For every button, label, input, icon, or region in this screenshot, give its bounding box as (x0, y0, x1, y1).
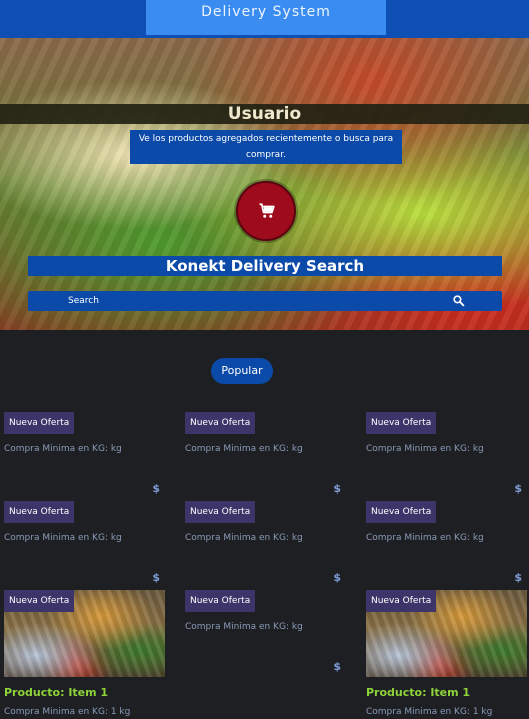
offer-badge: Nueva Oferta (185, 590, 256, 612)
price: $ (152, 482, 160, 495)
price: $ (514, 482, 522, 495)
price: $ (333, 482, 341, 495)
product-title[interactable]: Producto: Item 1 (4, 686, 108, 699)
product-image[interactable]: Nueva Oferta (366, 590, 527, 677)
search-bar (28, 291, 502, 311)
hero-banner: Usuario Ve los productos agregados recie… (0, 38, 529, 330)
min-purchase: Compra Minima en KG: 1 kg (366, 707, 493, 717)
search-input[interactable] (68, 293, 428, 309)
offer-badge: Nueva Oferta (185, 412, 256, 434)
product-title[interactable]: Producto: Item 1 (366, 686, 470, 699)
min-purchase: Compra Minima en KG: kg (366, 444, 484, 454)
offer-badge: Nueva Oferta (4, 412, 75, 434)
offer-badge: Nueva Oferta (366, 412, 437, 434)
min-purchase: Compra Minima en KG: kg (4, 444, 122, 454)
min-purchase: Compra Minima en KG: kg (185, 444, 303, 454)
offer-badge: Nueva Oferta (4, 501, 75, 523)
offer-badge: Nueva Oferta (185, 501, 256, 523)
price: $ (333, 660, 341, 673)
min-purchase: Compra Minima en KG: kg (185, 533, 303, 543)
search-title: Konekt Delivery Search (28, 256, 502, 276)
offer-badge: Nueva Oferta (366, 501, 437, 523)
product-image[interactable]: Nueva Oferta (4, 590, 165, 677)
price: $ (333, 571, 341, 584)
user-heading: Usuario (0, 104, 529, 124)
top-navbar: Delivery System (0, 0, 529, 38)
offer-badge: Nueva Oferta (4, 590, 75, 612)
shopping-cart-icon (259, 203, 275, 218)
price: $ (152, 571, 160, 584)
offer-badge: Nueva Oferta (366, 590, 437, 612)
min-purchase: Compra Minima en KG: 1 kg (4, 707, 131, 717)
search-icon[interactable] (452, 294, 465, 307)
app-title[interactable]: Delivery System (146, 0, 386, 35)
min-purchase: Compra Minima en KG: kg (185, 622, 303, 632)
min-purchase: Compra Minima en KG: kg (366, 533, 484, 543)
price: $ (514, 571, 522, 584)
popular-button[interactable]: Popular (211, 358, 273, 384)
hero-subtitle: Ve los productos agregados recientemente… (130, 130, 402, 164)
cart-button[interactable] (236, 181, 296, 241)
min-purchase: Compra Minima en KG: kg (4, 533, 122, 543)
